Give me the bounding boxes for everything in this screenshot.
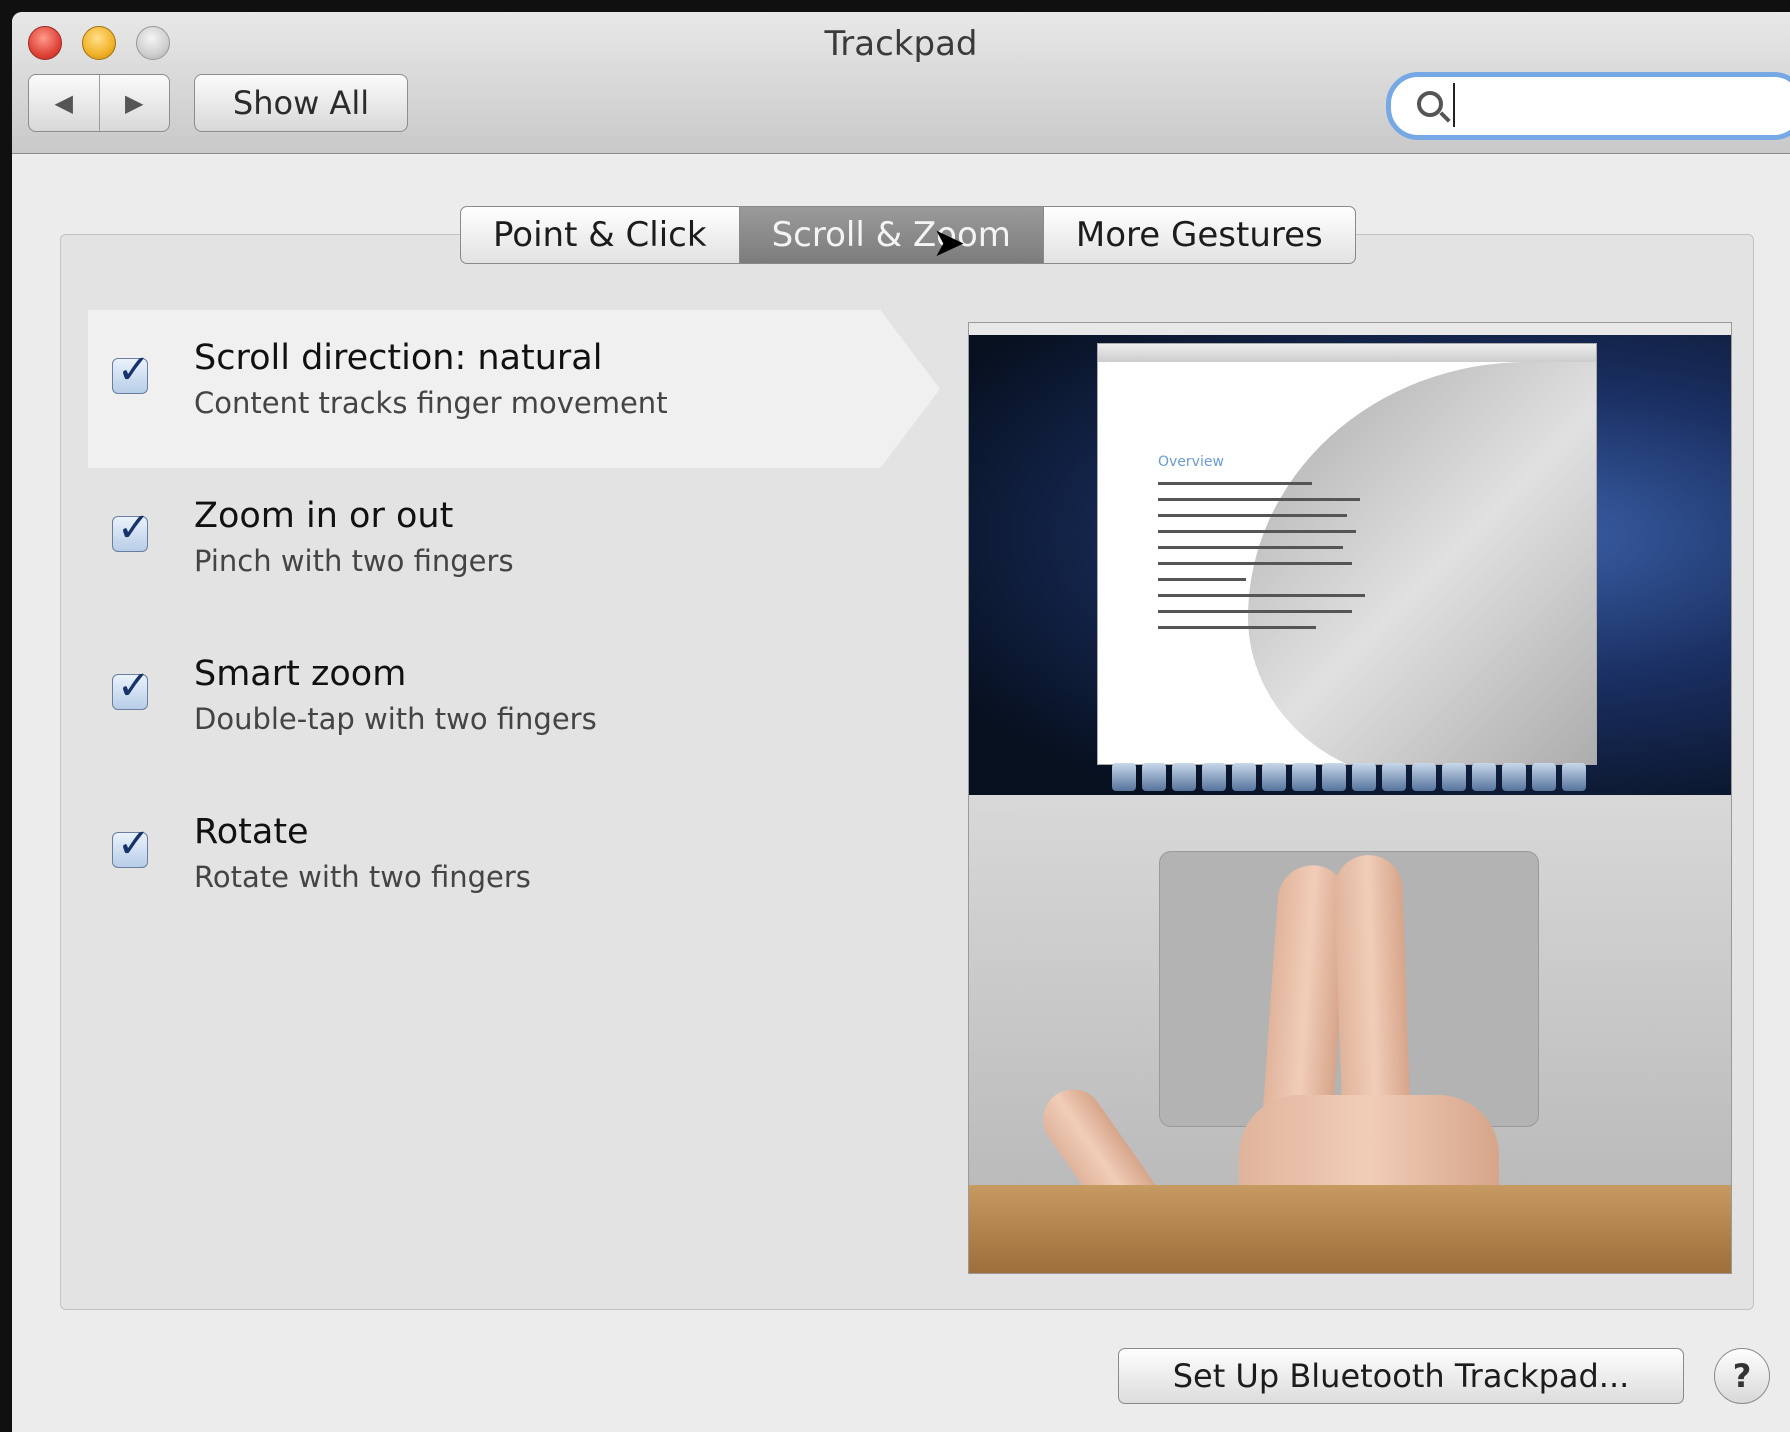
search-input[interactable] [1453,83,1773,127]
gesture-preview-video: Overview [968,322,1732,1274]
tab-scroll-zoom[interactable]: Scroll & Zoom [738,207,1043,263]
option-subtitle: Content tracks finger movement [194,386,668,420]
back-button[interactable]: ◀ [29,75,100,131]
window-title: Trackpad [824,24,978,64]
trackpad-window: Trackpad ◀ ▶ Show All Point & Click Scro… [12,12,1790,1432]
show-all-button[interactable]: Show All [194,74,408,132]
option-title: Zoom in or out [194,496,454,536]
checkmark-icon: ✓ [117,505,151,551]
preview-doc-text [1158,482,1378,642]
option-subtitle: Rotate with two fingers [194,860,531,894]
option-title: Smart zoom [194,654,407,694]
forward-arrow-icon: ▶ [125,89,144,117]
preview-doc-heading: Overview [1158,454,1224,470]
setup-bluetooth-trackpad-button[interactable]: Set Up Bluetooth Trackpad... [1118,1348,1684,1404]
preview-dock [1089,753,1609,791]
checkmark-icon: ✓ [117,821,151,867]
option-subtitle: Pinch with two fingers [194,544,514,578]
preview-desk [969,795,1731,1273]
forward-button[interactable]: ▶ [100,75,170,131]
nav-buttons: ◀ ▶ [28,74,170,132]
tab-point-click[interactable]: Point & Click [461,207,739,263]
zoom-checkbox[interactable]: ✓ [112,505,151,552]
help-icon: ? [1732,1357,1752,1395]
smart-zoom-checkbox[interactable]: ✓ [112,663,151,710]
option-title: Scroll direction: natural [194,338,603,378]
preview-screen: Overview [969,323,1731,795]
preview-document-window: Overview [1097,343,1597,765]
preview-menubar [969,323,1731,335]
preview-table [969,1185,1731,1273]
checkmark-icon: ✓ [117,347,151,393]
mouse-pointer-icon: ➤ [932,220,966,266]
title-bar: Trackpad ◀ ▶ Show All [12,12,1790,154]
option-title: Rotate [194,812,309,852]
back-arrow-icon: ◀ [54,89,73,117]
search-icon [1417,91,1443,117]
help-button[interactable]: ? [1714,1348,1770,1404]
tab-more-gestures[interactable]: More Gestures [1042,207,1355,263]
scroll-direction-checkbox[interactable]: ✓ [112,347,151,394]
tab-bar: Point & Click Scroll & Zoom More Gesture… [460,206,1356,264]
rotate-checkbox[interactable]: ✓ [112,821,151,868]
checkmark-icon: ✓ [117,663,151,709]
option-subtitle: Double-tap with two fingers [194,702,597,736]
search-field[interactable] [1386,72,1790,140]
